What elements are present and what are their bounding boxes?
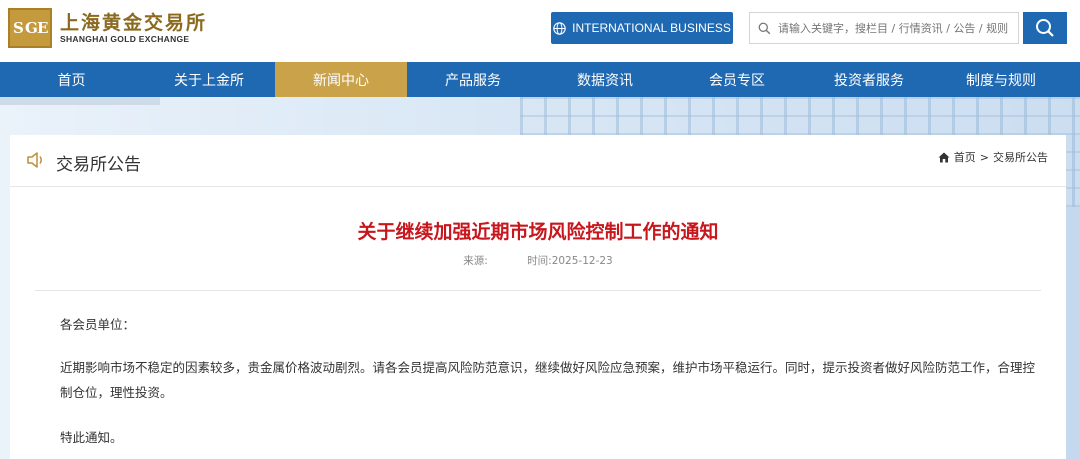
- search-icon: [1036, 19, 1054, 37]
- sge-logo-mark: S G E: [8, 8, 52, 48]
- main-nav: 首页 关于上金所 新闻中心 产品服务 数据资讯 会员专区 投资者服务 制度与规则: [0, 62, 1080, 97]
- nav-item-home[interactable]: 首页: [0, 62, 143, 97]
- content-card: 交易所公告 首页 > 交易所公告 关于继续加强近期市场风险控制工作的通知 来源:…: [10, 135, 1066, 459]
- logo[interactable]: S G E 上海黄金交易所 SHANGHAI GOLD EXCHANGE: [8, 8, 207, 48]
- search-box[interactable]: [749, 12, 1019, 44]
- logo-mark-letter: G: [25, 19, 38, 37]
- nav-item-news[interactable]: 新闻中心: [275, 62, 407, 97]
- banner-strip: [0, 97, 160, 105]
- search-icon: [750, 22, 778, 35]
- divider: [35, 290, 1041, 291]
- breadcrumb-current[interactable]: 交易所公告: [993, 149, 1048, 165]
- site-header: S G E 上海黄金交易所 SHANGHAI GOLD EXCHANGE INT…: [0, 0, 1080, 62]
- article-source: 来源:: [463, 255, 488, 267]
- section-header: 交易所公告 首页 > 交易所公告: [10, 135, 1066, 187]
- breadcrumb-separator: >: [979, 150, 989, 164]
- breadcrumb: 首页 > 交易所公告: [938, 149, 1048, 165]
- logo-text: 上海黄金交易所 SHANGHAI GOLD EXCHANGE: [60, 12, 207, 44]
- article-paragraph: 近期影响市场不稳定的因素较多，贵金属价格波动剧烈。请各会员提高风险防范意识，继续…: [60, 360, 1036, 400]
- section-title: 交易所公告: [56, 155, 141, 175]
- globe-icon: [553, 21, 566, 35]
- article-title: 关于继续加强近期市场风险控制工作的通知: [357, 221, 719, 243]
- search-input[interactable]: [778, 21, 1013, 35]
- breadcrumb-home[interactable]: 首页: [954, 149, 976, 165]
- article-time: 时间:2025-12-23: [527, 255, 613, 267]
- logo-chinese-name: 上海黄金交易所: [60, 12, 208, 34]
- logo-mark-letter: S: [13, 19, 24, 37]
- article-closing: 特此通知。: [60, 430, 123, 445]
- article-meta: 来源: 时间:2025-12-23: [10, 253, 1066, 268]
- international-business-label: INTERNATIONAL BUSINESS: [572, 21, 731, 35]
- speaker-icon: [26, 151, 46, 173]
- nav-item-members[interactable]: 会员专区: [671, 62, 803, 97]
- logo-english-name: SHANGHAI GOLD EXCHANGE: [60, 34, 190, 44]
- international-business-button[interactable]: INTERNATIONAL BUSINESS: [551, 12, 733, 44]
- search-button[interactable]: [1023, 12, 1067, 44]
- logo-mark-letter: E: [37, 19, 49, 37]
- home-icon: [938, 152, 950, 162]
- nav-item-products[interactable]: 产品服务: [407, 62, 539, 97]
- nav-item-investors[interactable]: 投资者服务: [803, 62, 935, 97]
- nav-item-data[interactable]: 数据资讯: [539, 62, 671, 97]
- nav-item-about[interactable]: 关于上金所: [143, 62, 275, 97]
- article-greeting: 各会员单位：: [60, 317, 136, 332]
- nav-item-rules[interactable]: 制度与规则: [935, 62, 1067, 97]
